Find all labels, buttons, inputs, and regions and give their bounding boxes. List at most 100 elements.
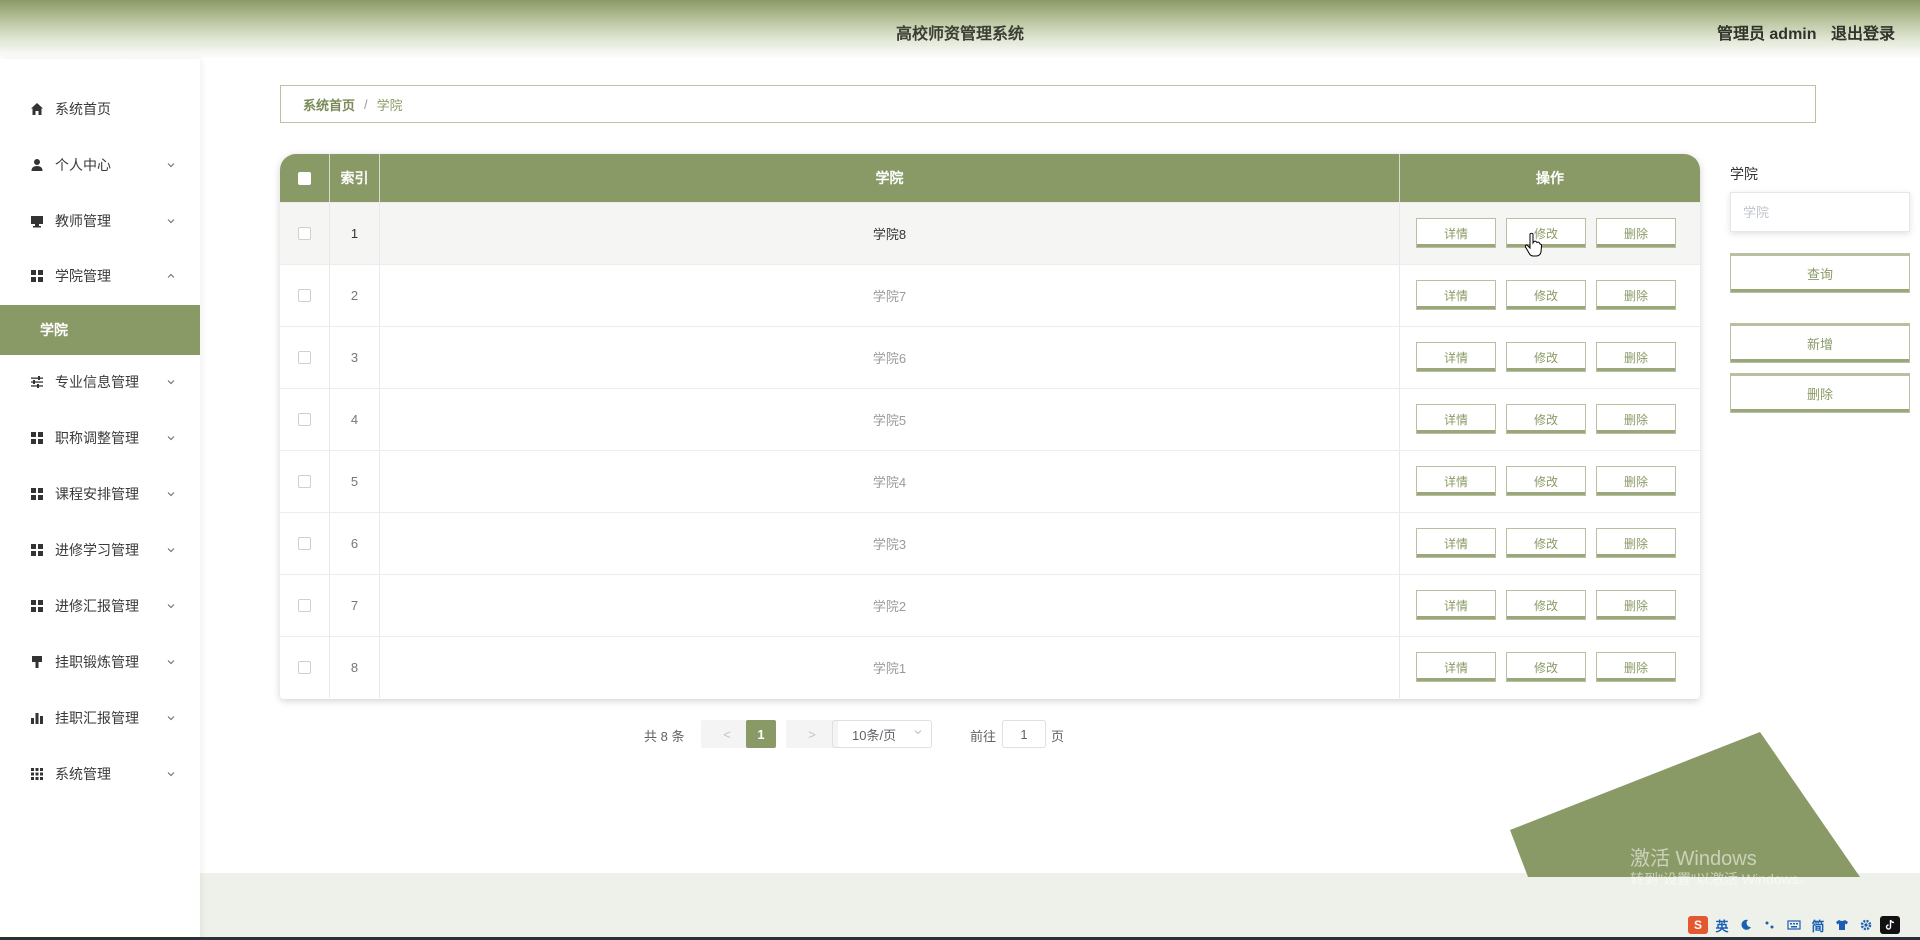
row-checkbox[interactable]	[298, 227, 311, 240]
detail-button[interactable]: 详情	[1416, 528, 1496, 558]
select-all-checkbox[interactable]	[298, 171, 311, 185]
breadcrumb-separator: /	[364, 96, 368, 112]
ime-logo-icon[interactable]: S	[1688, 916, 1708, 934]
sidebar: 系统首页 个人中心 教师管理 学院管理 学院 专业信息管理 职称调整管理 课程安…	[0, 59, 200, 940]
delete-button[interactable]: 删除	[1596, 218, 1676, 248]
row-checkbox-cell	[280, 637, 330, 698]
app-title: 高校师资管理系统	[895, 26, 1024, 43]
detail-button[interactable]: 详情	[1416, 342, 1496, 372]
row-checkbox[interactable]	[298, 475, 311, 488]
chevron-down-icon	[166, 601, 176, 611]
hand-cursor-icon	[1524, 232, 1542, 257]
sidebar-item-personal-center[interactable]: 个人中心	[0, 145, 200, 185]
add-button[interactable]: 新增	[1730, 323, 1910, 363]
row-checkbox[interactable]	[298, 537, 311, 550]
edit-button[interactable]: 修改	[1506, 342, 1586, 372]
sidebar-item-label: 学院管理	[55, 268, 111, 284]
brush-icon	[30, 655, 44, 669]
delete-button[interactable]: 删除	[1596, 466, 1676, 496]
header-college: 学院	[380, 154, 1400, 202]
row-college-name: 学院5	[380, 389, 1400, 450]
table-row: 5 学院4 详情 修改 删除	[280, 450, 1700, 512]
sidebar-item-home[interactable]: 系统首页	[0, 89, 200, 129]
sidebar-item-label: 课程安排管理	[55, 486, 139, 502]
sidebar-item-course-schedule-management[interactable]: 课程安排管理	[0, 474, 200, 514]
sidebar-item-teacher-management[interactable]: 教师管理	[0, 201, 200, 241]
query-button[interactable]: 查询	[1730, 253, 1910, 293]
row-index: 3	[330, 327, 380, 388]
edit-button[interactable]: 修改	[1506, 218, 1586, 248]
chevron-down-icon	[913, 727, 923, 740]
row-checkbox-cell	[280, 389, 330, 450]
delete-button[interactable]: 删除	[1596, 342, 1676, 372]
ime-language-toggle[interactable]: 英	[1712, 916, 1732, 934]
table-row: 7 学院2 详情 修改 删除	[280, 574, 1700, 636]
row-index: 4	[330, 389, 380, 450]
chevron-down-icon	[166, 433, 176, 443]
edit-button[interactable]: 修改	[1506, 652, 1586, 682]
sliders-icon	[30, 375, 44, 389]
detail-button[interactable]: 详情	[1416, 466, 1496, 496]
delete-button[interactable]: 删除	[1596, 652, 1676, 682]
edit-button[interactable]: 修改	[1506, 280, 1586, 310]
college-search-input[interactable]	[1730, 192, 1910, 232]
table-header: 索引 学院 操作	[280, 154, 1700, 202]
row-college-name: 学院3	[380, 513, 1400, 574]
college-table: 索引 学院 操作 1 学院8 详情 修改 删除 2 学院7 详情 修改 删除 3 学院6 详情 修改 删除 4…	[280, 154, 1700, 699]
goto-page-input[interactable]	[1002, 720, 1046, 748]
detail-button[interactable]: 详情	[1416, 404, 1496, 434]
page-size-select[interactable]: 10条/页	[832, 720, 932, 748]
header-checkbox-cell	[280, 154, 330, 202]
sidebar-item-label: 挂职锻炼管理	[55, 654, 139, 670]
gear-icon[interactable]	[1856, 916, 1876, 934]
next-page-button[interactable]: >	[786, 720, 838, 748]
logout-link[interactable]: 退出登录	[1831, 26, 1895, 43]
row-checkbox[interactable]	[298, 351, 311, 364]
sidebar-item-study-management[interactable]: 进修学习管理	[0, 530, 200, 570]
table-row: 6 学院3 详情 修改 删除	[280, 512, 1700, 574]
breadcrumb-home[interactable]: 系统首页	[303, 95, 355, 114]
sidebar-item-college-management[interactable]: 学院管理	[0, 256, 200, 296]
sidebar-item-study-report-management[interactable]: 进修汇报管理	[0, 586, 200, 626]
user-area: 管理员 admin 退出登录	[1707, 20, 1895, 44]
edit-button[interactable]: 修改	[1506, 528, 1586, 558]
detail-button[interactable]: 详情	[1416, 590, 1496, 620]
detail-button[interactable]: 详情	[1416, 652, 1496, 682]
detail-button[interactable]: 详情	[1416, 280, 1496, 310]
ime-simplified-toggle[interactable]: 简	[1808, 916, 1828, 934]
row-checkbox[interactable]	[298, 289, 311, 302]
row-operations: 详情 修改 删除	[1400, 575, 1700, 636]
delete-button[interactable]: 删除	[1596, 280, 1676, 310]
grid-icon	[30, 543, 44, 557]
delete-button[interactable]: 删除	[1596, 404, 1676, 434]
detail-button[interactable]: 详情	[1416, 218, 1496, 248]
sidebar-item-major-info-management[interactable]: 专业信息管理	[0, 362, 200, 402]
delete-button[interactable]: 删除	[1596, 590, 1676, 620]
shirt-icon[interactable]	[1832, 916, 1852, 934]
edit-button[interactable]: 修改	[1506, 466, 1586, 496]
sidebar-item-title-adjustment-management[interactable]: 职称调整管理	[0, 418, 200, 458]
row-index: 8	[330, 637, 380, 698]
header-index: 索引	[330, 154, 380, 202]
row-checkbox[interactable]	[298, 661, 311, 674]
user-icon	[30, 158, 44, 172]
sidebar-subitem-college[interactable]: 学院	[0, 305, 200, 355]
sidebar-item-label: 职称调整管理	[55, 430, 139, 446]
punctuation-icon[interactable]	[1760, 916, 1780, 934]
tiktok-icon[interactable]	[1880, 916, 1900, 934]
row-checkbox[interactable]	[298, 599, 311, 612]
row-checkbox[interactable]	[298, 413, 311, 426]
edit-button[interactable]: 修改	[1506, 590, 1586, 620]
sidebar-item-secondment-management[interactable]: 挂职锻炼管理	[0, 642, 200, 682]
sidebar-item-system-management[interactable]: 系统管理	[0, 754, 200, 794]
keyboard-icon[interactable]	[1784, 916, 1804, 934]
pagination-total: 共 8 条	[644, 729, 685, 744]
batch-delete-button[interactable]: 删除	[1730, 373, 1910, 413]
row-college-name: 学院4	[380, 451, 1400, 512]
monitor-icon	[30, 214, 44, 228]
moon-icon[interactable]	[1736, 916, 1756, 934]
current-page-button[interactable]: 1	[746, 720, 776, 748]
delete-button[interactable]: 删除	[1596, 528, 1676, 558]
edit-button[interactable]: 修改	[1506, 404, 1586, 434]
windows-watermark-subtitle: 转到"设置"以激活 Windows。	[1630, 871, 1813, 887]
